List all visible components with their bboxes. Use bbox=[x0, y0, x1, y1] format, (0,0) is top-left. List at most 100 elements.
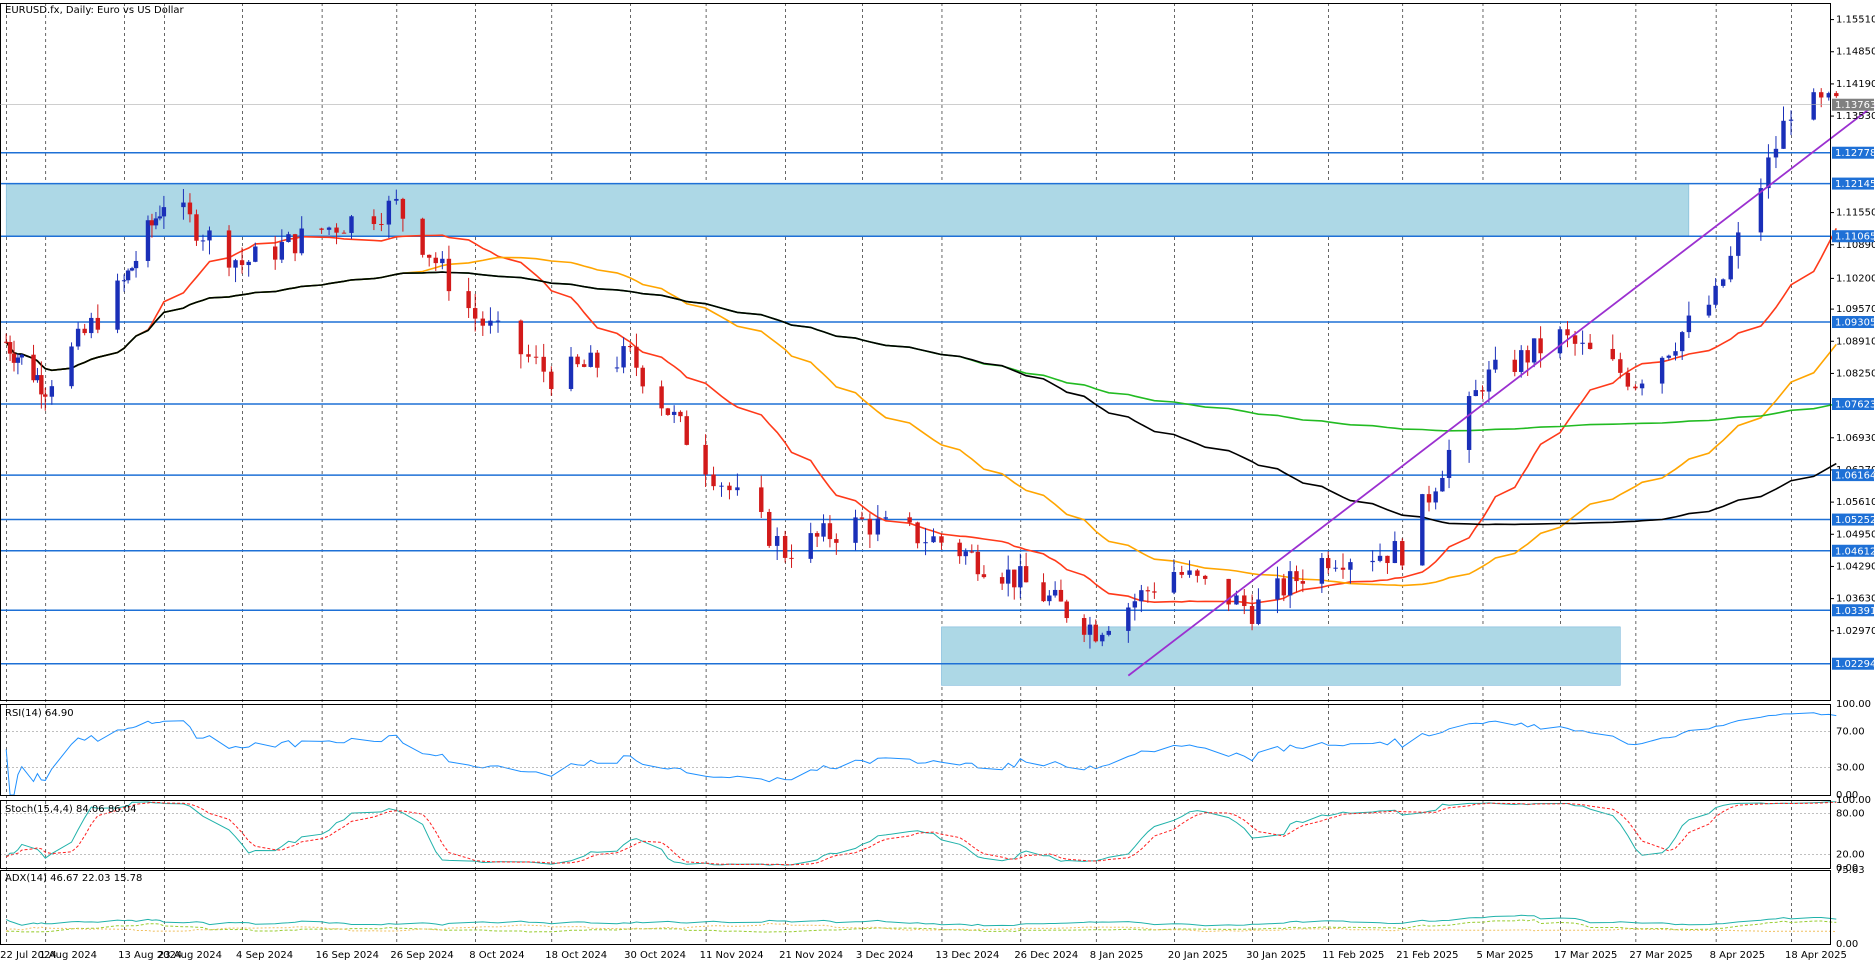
candle-body[interactable] bbox=[187, 202, 193, 215]
candle-body[interactable] bbox=[1773, 148, 1779, 158]
candle-body[interactable] bbox=[907, 517, 912, 523]
candle-body[interactable] bbox=[1294, 571, 1299, 582]
candle-body[interactable] bbox=[1087, 624, 1093, 635]
candle-body[interactable] bbox=[1736, 232, 1741, 256]
candle-body[interactable] bbox=[1100, 634, 1105, 642]
candle-body[interactable] bbox=[789, 557, 794, 559]
candle-body[interactable] bbox=[394, 198, 399, 201]
candle-body[interactable] bbox=[1587, 342, 1593, 349]
candle-body[interactable] bbox=[1052, 589, 1058, 596]
candle-body[interactable] bbox=[1041, 582, 1046, 602]
candle-body[interactable] bbox=[1633, 386, 1638, 389]
candle-body[interactable] bbox=[1493, 359, 1498, 370]
candle-body[interactable] bbox=[1420, 494, 1425, 566]
candle-body[interactable] bbox=[671, 411, 677, 415]
candle-body[interactable] bbox=[125, 270, 131, 281]
candle-body[interactable] bbox=[1106, 630, 1111, 635]
candle-body[interactable] bbox=[1081, 618, 1087, 635]
candle-body[interactable] bbox=[1480, 390, 1485, 392]
candle-body[interactable] bbox=[1126, 607, 1131, 631]
chart-root[interactable]: 1.15510 1.14850 1.14190 1.13530 1.11550 1.108… bbox=[0, 0, 1875, 964]
candle-body[interactable] bbox=[1139, 590, 1144, 602]
candle-body[interactable] bbox=[1580, 342, 1585, 344]
candle-body[interactable] bbox=[1242, 595, 1247, 607]
candle-body[interactable] bbox=[1610, 348, 1615, 360]
candle-body[interactable] bbox=[1179, 571, 1184, 575]
candle-body[interactable] bbox=[11, 353, 17, 363]
candle-body[interactable] bbox=[883, 517, 888, 519]
candle-body[interactable] bbox=[1064, 601, 1069, 619]
candle-body[interactable] bbox=[853, 517, 858, 543]
candle-body[interactable] bbox=[808, 533, 813, 559]
candle-body[interactable] bbox=[1766, 157, 1771, 189]
candle-body[interactable] bbox=[875, 518, 881, 535]
candle-body[interactable] bbox=[1145, 590, 1151, 592]
chart-svg[interactable]: 1.155101.148501.141901.135301.115501.108… bbox=[0, 0, 1875, 964]
candle-body[interactable] bbox=[286, 234, 291, 243]
candle-body[interactable] bbox=[957, 542, 962, 557]
candle-body[interactable] bbox=[541, 356, 546, 372]
candle-body[interactable] bbox=[89, 317, 94, 334]
candle-body[interactable] bbox=[575, 356, 580, 365]
candle-body[interactable] bbox=[1047, 595, 1052, 602]
candle-body[interactable] bbox=[923, 542, 928, 544]
candle-body[interactable] bbox=[1195, 570, 1200, 576]
candle-body[interactable] bbox=[3, 341, 9, 343]
candle-body[interactable] bbox=[1440, 477, 1445, 492]
candle-body[interactable] bbox=[665, 408, 671, 415]
candle-body[interactable] bbox=[1187, 570, 1192, 575]
candle-body[interactable] bbox=[349, 216, 354, 233]
candle-body[interactable] bbox=[299, 228, 304, 254]
candle-body[interactable] bbox=[1673, 351, 1678, 356]
resistance-zone[interactable] bbox=[5, 183, 1690, 237]
candle-body[interactable] bbox=[614, 367, 620, 369]
candle-body[interactable] bbox=[659, 386, 664, 409]
candle-body[interactable] bbox=[82, 328, 87, 334]
candle-body[interactable] bbox=[1686, 315, 1692, 333]
candle-body[interactable] bbox=[420, 218, 425, 255]
candle-body[interactable] bbox=[1659, 357, 1665, 384]
candle-body[interactable] bbox=[386, 200, 392, 225]
candle-body[interactable] bbox=[334, 227, 339, 233]
candle-body[interactable] bbox=[161, 207, 167, 217]
candle-body[interactable] bbox=[588, 352, 593, 367]
candle-body[interactable] bbox=[782, 536, 788, 558]
candle-body[interactable] bbox=[1058, 589, 1064, 602]
candle-body[interactable] bbox=[963, 551, 968, 557]
candle-body[interactable] bbox=[379, 224, 384, 226]
candle-body[interactable] bbox=[1377, 555, 1383, 561]
candle-body[interactable] bbox=[1565, 329, 1570, 336]
candle-body[interactable] bbox=[426, 254, 432, 258]
candle-body[interactable] bbox=[1340, 567, 1346, 570]
candle-body[interactable] bbox=[1639, 383, 1645, 389]
candle-body[interactable] bbox=[1625, 372, 1631, 387]
candle-body[interactable] bbox=[1781, 120, 1786, 149]
candle-body[interactable] bbox=[981, 574, 987, 578]
candle-body[interactable] bbox=[194, 214, 199, 241]
candle-body[interactable] bbox=[827, 523, 833, 540]
candle-body[interactable] bbox=[341, 232, 347, 234]
candle-body[interactable] bbox=[1426, 494, 1432, 503]
candle-body[interactable] bbox=[1005, 569, 1011, 584]
candle-body[interactable] bbox=[95, 317, 101, 330]
candle-body[interactable] bbox=[1132, 601, 1138, 608]
candle-body[interactable] bbox=[226, 230, 232, 268]
candle-body[interactable] bbox=[19, 354, 25, 358]
candle-body[interactable] bbox=[1758, 188, 1764, 233]
candle-body[interactable] bbox=[1713, 285, 1718, 305]
candle-body[interactable] bbox=[767, 511, 772, 546]
candle-body[interactable] bbox=[1557, 329, 1563, 354]
candle-body[interactable] bbox=[200, 240, 206, 242]
candle-body[interactable] bbox=[969, 551, 974, 553]
candle-body[interactable] bbox=[157, 216, 163, 219]
candle-body[interactable] bbox=[1811, 92, 1816, 120]
candle-body[interactable] bbox=[1819, 92, 1824, 98]
candle-body[interactable] bbox=[867, 518, 873, 535]
candle-body[interactable] bbox=[43, 394, 48, 397]
candle-body[interactable] bbox=[15, 357, 21, 363]
candle-body[interactable] bbox=[1319, 558, 1325, 584]
candle-body[interactable] bbox=[621, 346, 626, 368]
candle-body[interactable] bbox=[1512, 359, 1517, 372]
candle-body[interactable] bbox=[1519, 350, 1524, 372]
candle-body[interactable] bbox=[1287, 571, 1293, 596]
